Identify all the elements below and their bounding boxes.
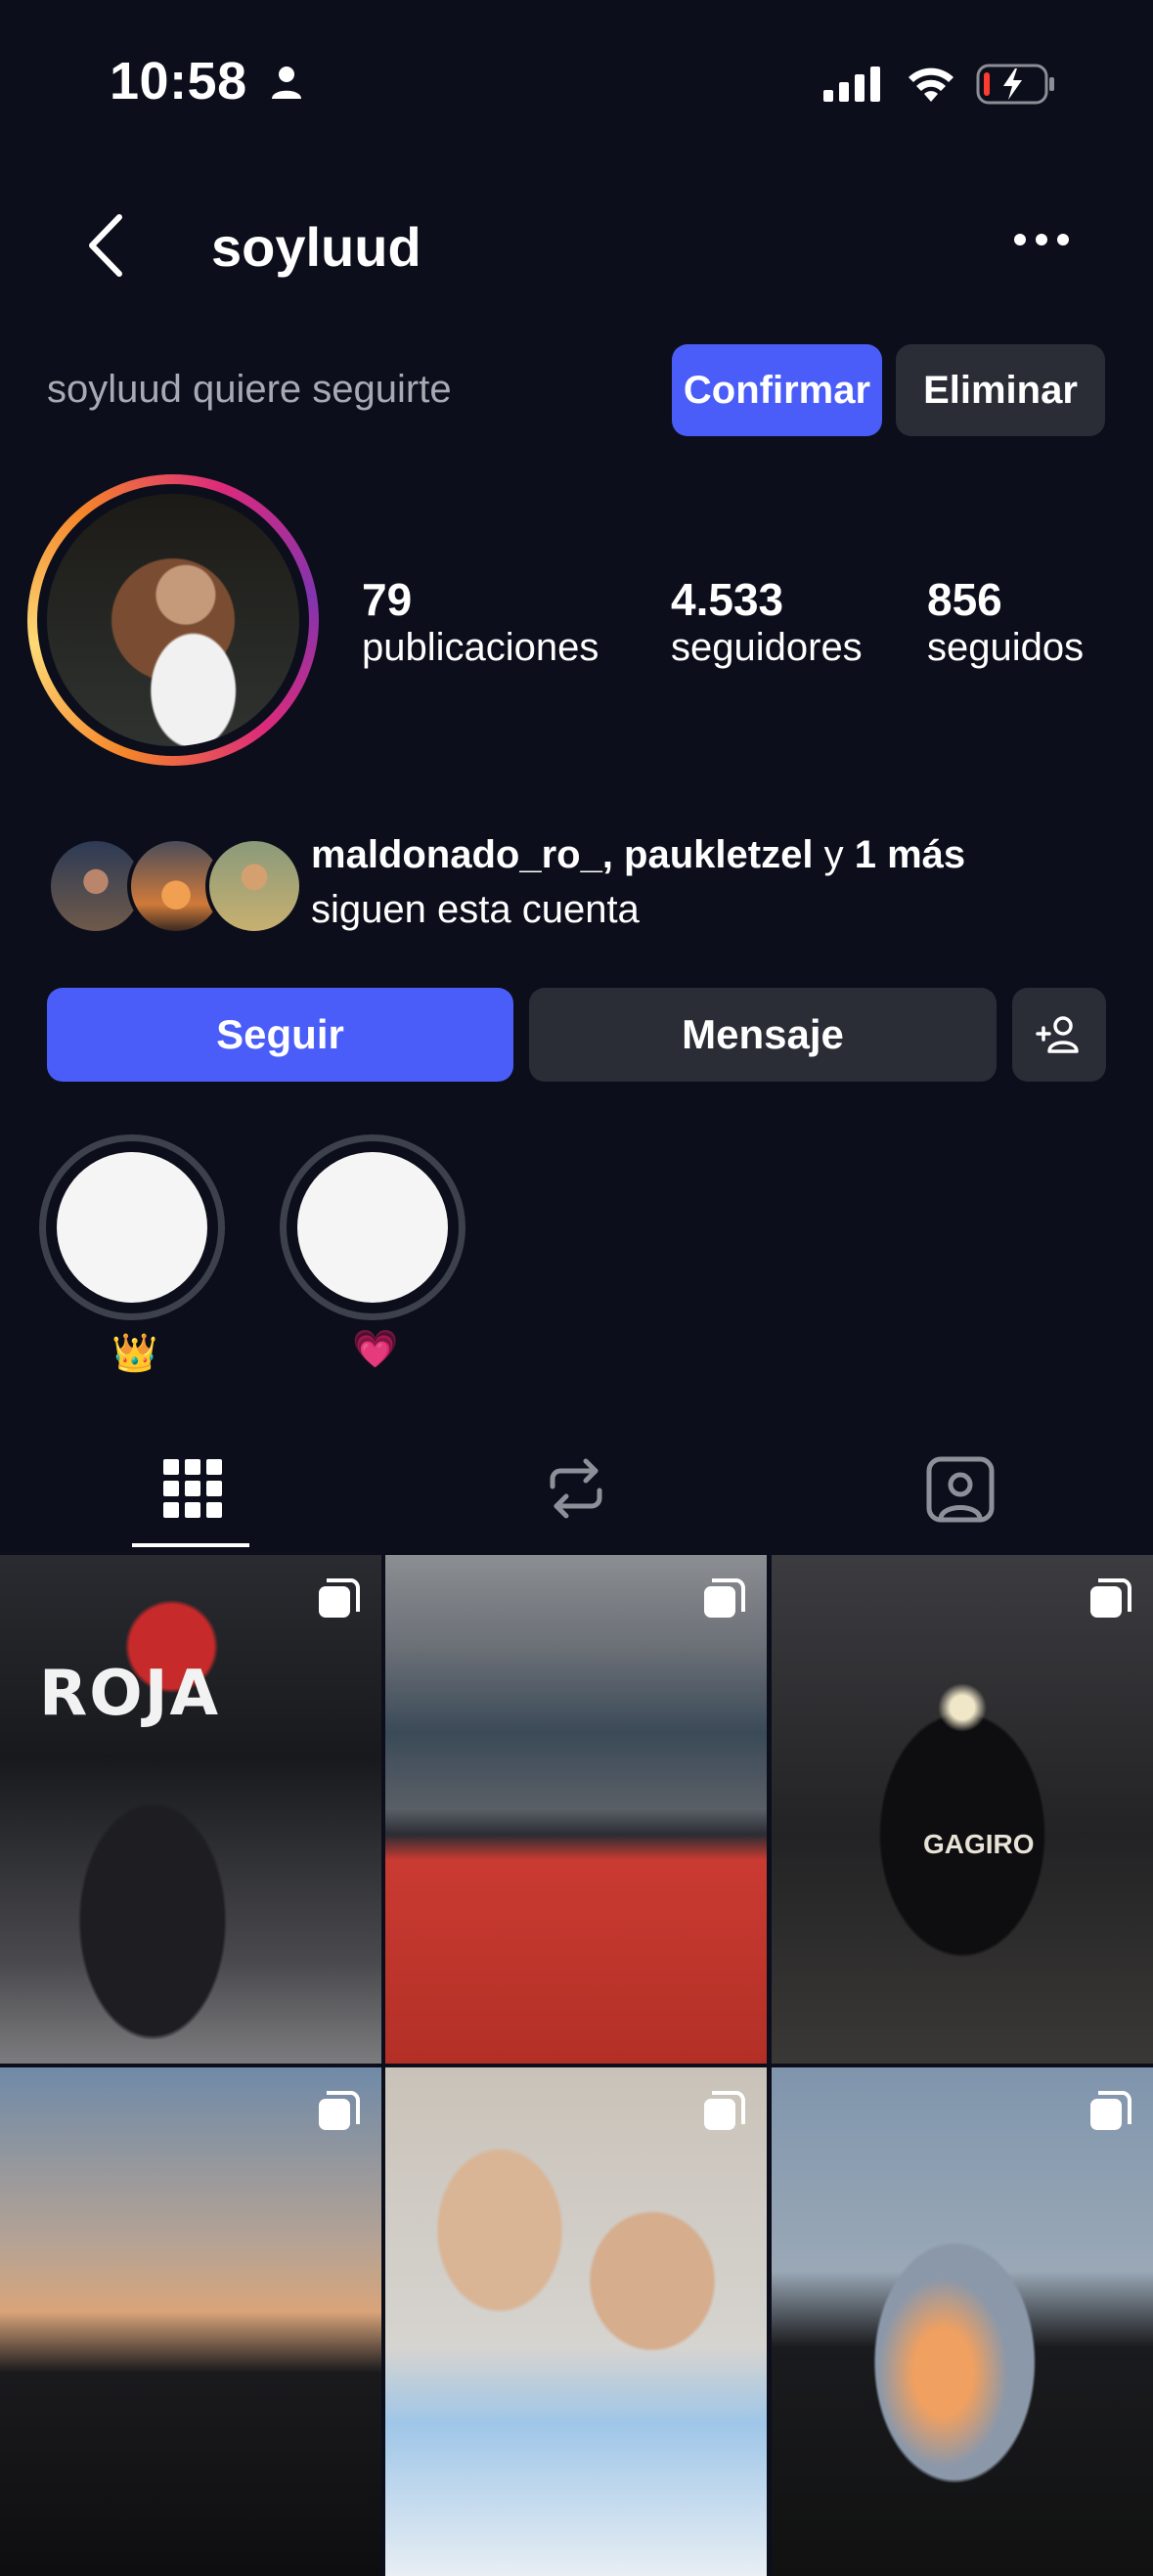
message-button[interactable]: Mensaje — [529, 988, 997, 1082]
post-thumbnail[interactable] — [0, 2067, 381, 2576]
post-thumbnail[interactable] — [385, 2067, 767, 2576]
carousel-icon — [704, 2091, 745, 2130]
back-chevron-icon[interactable] — [86, 213, 125, 278]
post-thumbnail[interactable] — [772, 2067, 1153, 2576]
post-thumbnail[interactable] — [385, 1555, 767, 2064]
follow-button[interactable]: Seguir — [47, 988, 513, 1082]
profile-username-title: soyluud — [211, 216, 421, 278]
carousel-icon — [704, 1578, 745, 1618]
person-icon — [272, 67, 301, 99]
carousel-icon — [319, 2091, 360, 2130]
suggested-users-button[interactable] — [1012, 988, 1106, 1082]
profile-avatar-story-ring[interactable] — [27, 474, 319, 766]
story-highlight-label: 👑 — [111, 1333, 158, 1374]
story-highlight[interactable] — [39, 1134, 225, 1320]
mutual-followers-subtitle: siguen esta cuenta — [311, 888, 640, 931]
posts-count: 79 — [362, 574, 413, 625]
post-image-text: GAGIRO — [923, 1829, 1035, 1859]
wifi-icon — [909, 67, 953, 102]
follow-request-text: soyluud quiere seguirte — [47, 368, 452, 411]
profile-avatar — [47, 494, 299, 746]
battery-charging-icon — [976, 64, 1054, 105]
grid-icon[interactable] — [154, 1449, 232, 1528]
confirm-request-button[interactable]: Confirmar — [672, 344, 882, 436]
carousel-icon — [1090, 2091, 1131, 2130]
status-time: 10:58 — [110, 52, 247, 111]
more-options-icon[interactable] — [1013, 233, 1070, 246]
delete-request-button[interactable]: Eliminar — [896, 344, 1105, 436]
add-person-icon — [1036, 1016, 1079, 1053]
post-image-text: ROJA — [39, 1658, 221, 1730]
carousel-icon — [1090, 1578, 1131, 1618]
mutual-followers-names[interactable]: maldonado_ro_, paukletzel y 1 más — [311, 833, 965, 877]
followers-count[interactable]: 4.533 — [671, 573, 783, 626]
following-label[interactable]: seguidos — [927, 626, 1084, 670]
post-thumbnail[interactable]: GAGIRO — [772, 1555, 1153, 2064]
story-highlight[interactable] — [280, 1134, 466, 1320]
post-thumbnail[interactable]: ROJA — [0, 1555, 381, 2064]
active-tab-indicator — [132, 1543, 249, 1547]
story-highlight-label: 💗 — [352, 1329, 399, 1370]
reposts-icon[interactable] — [537, 1449, 615, 1528]
followers-label[interactable]: seguidores — [671, 626, 863, 670]
tagged-icon[interactable] — [921, 1449, 999, 1528]
mutual-names: maldonado_ro_, paukletzel — [311, 833, 814, 876]
posts-label: publicaciones — [362, 626, 599, 669]
following-count[interactable]: 856 — [927, 573, 1002, 626]
mutual-more: 1 más — [854, 833, 966, 876]
carousel-icon — [319, 1578, 360, 1618]
mutual-connector: y — [823, 833, 844, 876]
mutual-follower-avatar — [205, 837, 303, 935]
cellular-signal-icon — [823, 67, 880, 102]
